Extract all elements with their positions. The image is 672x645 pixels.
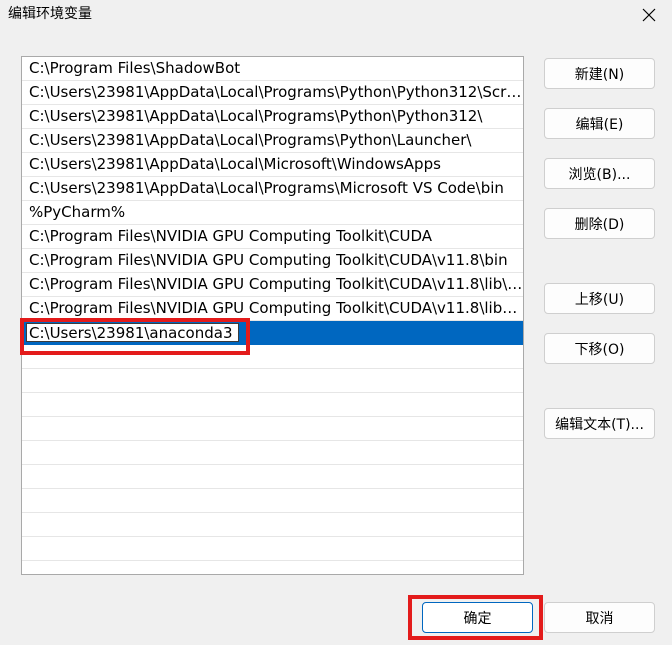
close-icon [642,8,656,22]
title-bar: 编辑环境变量 [0,0,672,30]
list-item[interactable]: C:\Program Files\NVIDIA GPU Computing To… [22,273,523,297]
empty-row [22,561,523,574]
list-item[interactable]: %PyCharm% [22,201,523,225]
list-item[interactable]: C:\Users\23981\AppData\Local\Microsoft\W… [22,153,523,177]
empty-row [22,513,523,537]
move-down-button[interactable]: 下移(O) [544,333,655,364]
empty-row [22,345,523,369]
empty-row [22,369,523,393]
list-item[interactable]: C:\Program Files\NVIDIA GPU Computing To… [22,225,523,249]
window-title: 编辑环境变量 [8,6,92,22]
path-listbox[interactable]: C:\Program Files\ShadowBot C:\Users\23981… [21,56,524,575]
list-item[interactable]: C:\Users\23981\AppData\Local\Programs\Py… [22,81,523,105]
empty-row [22,393,523,417]
list-item[interactable]: C:\Users\23981\AppData\Local\Programs\Py… [22,105,523,129]
edit-button[interactable]: 编辑(E) [544,108,655,139]
move-up-button[interactable]: 上移(U) [544,283,655,314]
cancel-button[interactable]: 取消 [544,602,655,633]
empty-row [22,489,523,513]
browse-button[interactable]: 浏览(B)... [544,158,655,189]
list-item[interactable]: C:\Program Files\NVIDIA GPU Computing To… [22,297,523,321]
list-item-selected[interactable] [22,321,523,345]
close-button[interactable] [626,0,672,30]
empty-row [22,417,523,441]
path-edit-input[interactable] [26,323,239,342]
ok-button[interactable]: 确定 [422,602,533,633]
list-item[interactable]: C:\Users\23981\AppData\Local\Programs\Py… [22,129,523,153]
empty-row [22,465,523,489]
empty-row [22,537,523,561]
list-item[interactable]: C:\Users\23981\AppData\Local\Programs\Mi… [22,177,523,201]
list-item[interactable]: C:\Program Files\NVIDIA GPU Computing To… [22,249,523,273]
new-button[interactable]: 新建(N) [544,58,655,89]
empty-row [22,441,523,465]
list-item[interactable]: C:\Program Files\ShadowBot [22,57,523,81]
edit-text-button[interactable]: 编辑文本(T)... [544,408,655,439]
delete-button[interactable]: 删除(D) [544,208,655,239]
